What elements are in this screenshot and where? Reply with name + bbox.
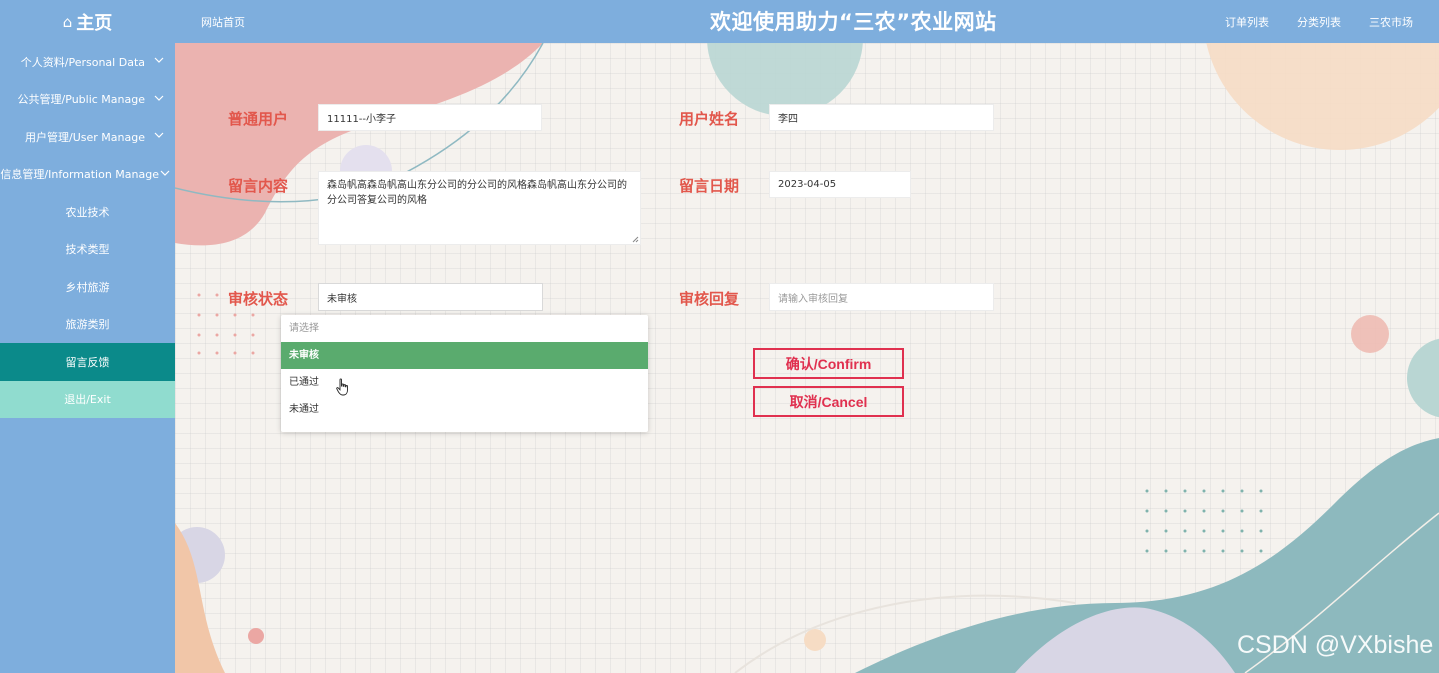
name-field[interactable]: 李四 — [769, 104, 994, 131]
dropdown-option-rejected[interactable]: 未通过 — [281, 396, 648, 423]
status-dropdown: 请选择 未审核 已通过 未通过 — [281, 315, 648, 432]
sidebar-item-label: 用户管理/User Manage — [25, 130, 145, 144]
cancel-button[interactable]: 取消/Cancel — [753, 386, 904, 417]
status-select[interactable]: 未审核 — [318, 283, 543, 311]
site-home-link[interactable]: 网站首页 — [201, 14, 245, 30]
content-text: 森岛帆高森岛帆高山东分公司的分公司的风格森岛帆高山东分公司的分公司答复公司的风格 — [327, 180, 627, 206]
sidebar-item-public-manage[interactable]: 公共管理/Public Manage — [0, 81, 175, 119]
content-textarea[interactable]: 森岛帆高森岛帆高山东分公司的分公司的风格森岛帆高山东分公司的分公司答复公司的风格 — [318, 171, 641, 245]
main-content: 普通用户 11111--小李子 用户姓名 李四 留言内容 森岛帆高森岛帆高山东分… — [175, 43, 1439, 673]
sidebar-item-label: 留言反馈 — [65, 355, 110, 369]
chevron-down-icon — [160, 170, 170, 176]
sidebar-item-label: 技术类型 — [65, 243, 110, 257]
user-label: 普通用户 — [228, 110, 289, 128]
resize-handle-icon[interactable] — [631, 235, 639, 243]
name-label: 用户姓名 — [679, 110, 740, 128]
chevron-down-icon — [154, 57, 164, 63]
market-link[interactable]: 三农市场 — [1369, 14, 1413, 30]
reply-label: 审核回复 — [679, 290, 740, 308]
sidebar-item-tourism-category[interactable]: 旅游类别 — [0, 306, 175, 344]
sidebar-item-exit[interactable]: 退出/Exit — [0, 380, 175, 418]
sidebar-item-label: 信息管理/Information Manage — [0, 168, 159, 182]
order-list-link[interactable]: 订单列表 — [1225, 14, 1269, 30]
brand-label: 主页 — [76, 12, 113, 34]
home-icon: ⌂ — [62, 12, 73, 31]
sidebar-item-label: 退出/Exit — [64, 393, 111, 407]
chevron-down-icon — [154, 95, 164, 101]
csdn-watermark: CSDN @VXbishe — [1237, 631, 1434, 659]
home-brand[interactable]: ⌂ 主页 — [0, 0, 175, 43]
sidebar-item-label: 农业技术 — [65, 205, 110, 219]
sidebar-item-label: 旅游类别 — [65, 318, 110, 332]
top-navbar: ⌂ 主页 网站首页 欢迎使用助力“三农”农业网站 订单列表 分类列表 三农市场 — [0, 0, 1439, 43]
date-field[interactable]: 2023-04-05 — [769, 171, 911, 198]
hand-cursor-icon — [336, 378, 348, 396]
sidebar-item-information-manage[interactable]: 信息管理/Information Manage — [0, 156, 175, 194]
sidebar-item-personal-data[interactable]: 个人资料/Personal Data — [0, 43, 175, 81]
status-label: 审核状态 — [228, 290, 289, 308]
content-label: 留言内容 — [228, 177, 289, 195]
category-list-link[interactable]: 分类列表 — [1297, 14, 1341, 30]
confirm-button[interactable]: 确认/Confirm — [753, 348, 904, 379]
sidebar-item-feedback[interactable]: 留言反馈 — [0, 343, 175, 381]
dropdown-option-pending[interactable]: 未审核 — [281, 342, 648, 369]
user-field[interactable]: 11111--小李子 — [318, 104, 542, 131]
sidebar-item-agri-tech[interactable]: 农业技术 — [0, 193, 175, 231]
site-title: 欢迎使用助力“三农”农业网站 — [710, 10, 997, 34]
sidebar-item-label: 公共管理/Public Manage — [17, 93, 145, 107]
sidebar-item-label: 乡村旅游 — [65, 280, 110, 294]
date-label: 留言日期 — [679, 177, 740, 195]
sidebar-item-user-manage[interactable]: 用户管理/User Manage — [0, 118, 175, 156]
sidebar-item-rural-tourism[interactable]: 乡村旅游 — [0, 268, 175, 306]
sidebar-item-label: 个人资料/Personal Data — [20, 55, 145, 69]
reply-input[interactable]: 请输入审核回复 — [769, 283, 994, 311]
sidebar: 个人资料/Personal Data 公共管理/Public Manage 用户… — [0, 43, 175, 673]
chevron-down-icon — [154, 132, 164, 138]
dropdown-option-hint[interactable]: 请选择 — [281, 315, 648, 342]
sidebar-item-tech-type[interactable]: 技术类型 — [0, 231, 175, 269]
